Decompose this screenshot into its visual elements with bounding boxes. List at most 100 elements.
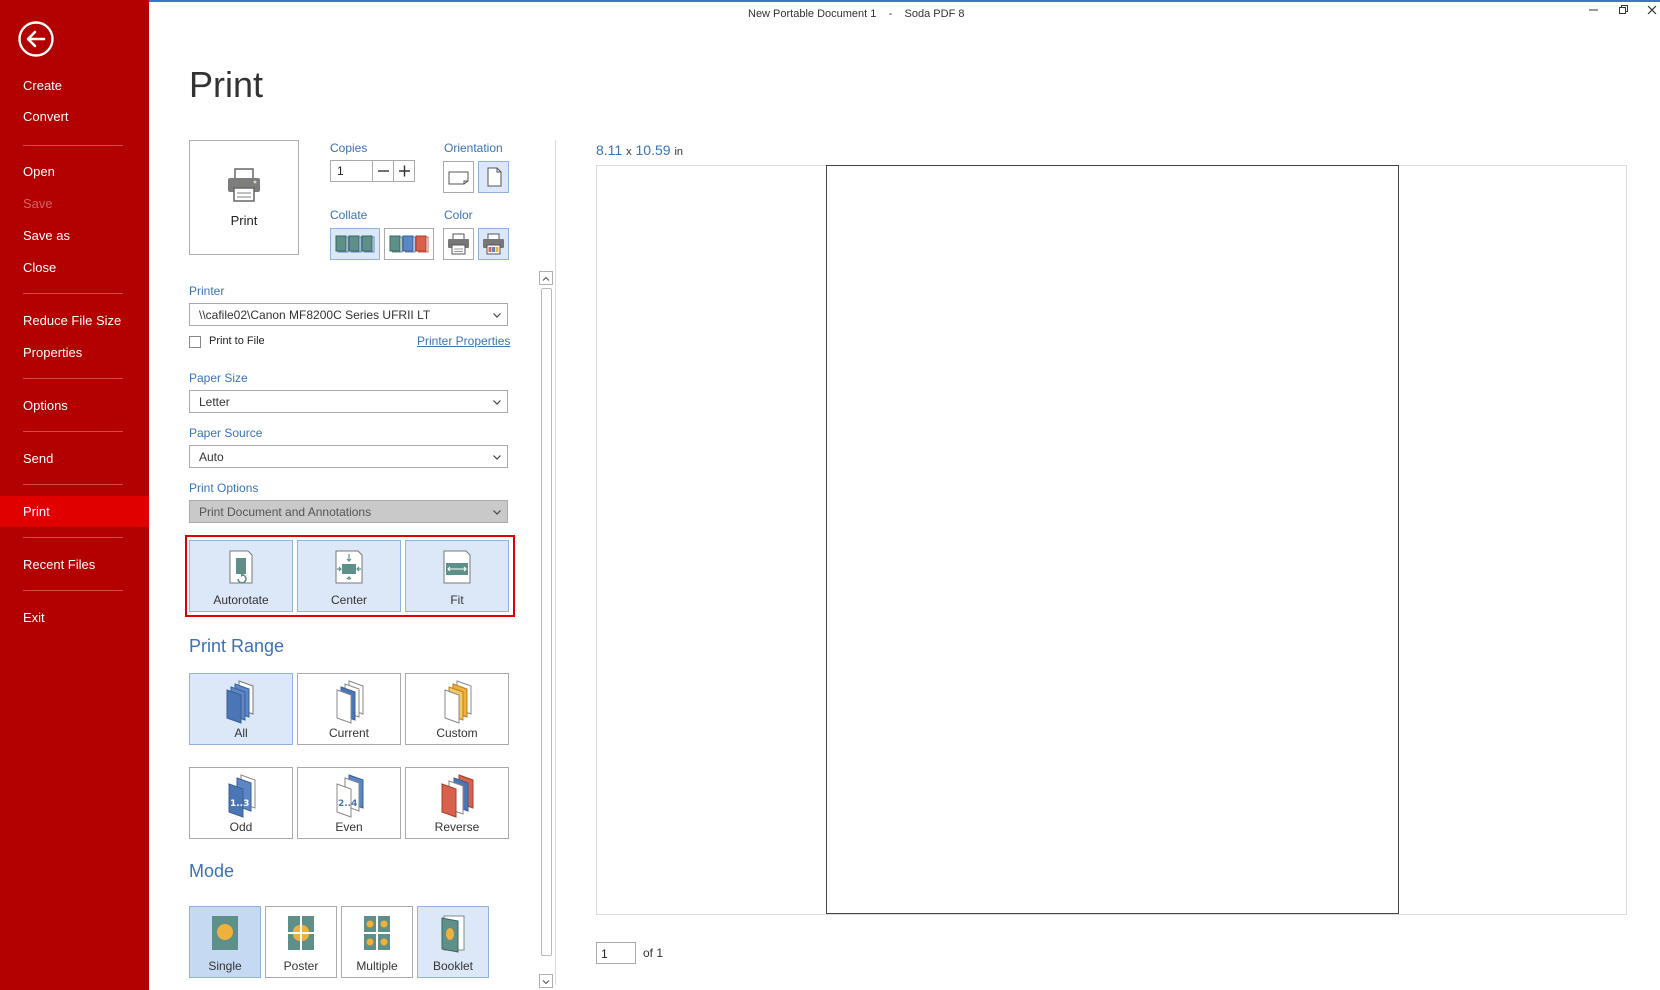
range-even-button[interactable]: 2..4 Even	[297, 767, 401, 839]
sidebar-item-save: Save	[23, 196, 53, 211]
orientation-label: Orientation	[444, 141, 503, 155]
sidebar-item-save-as[interactable]: Save as	[23, 228, 70, 243]
collated-button[interactable]	[330, 228, 380, 260]
portrait-orientation-button[interactable]	[478, 161, 509, 193]
sidebar-divider	[23, 431, 123, 432]
range-current-label: Current	[328, 726, 369, 740]
sidebar-item-print[interactable]: Print	[23, 504, 50, 519]
print-options-select-value: Print Document and Annotations	[199, 505, 372, 519]
range-even-label: Even	[335, 820, 363, 834]
sidebar-divider	[23, 484, 123, 485]
printer-label: Printer	[189, 284, 225, 298]
page-width-value: 8.11	[596, 142, 623, 158]
single-mode-icon	[212, 916, 238, 950]
printer-select[interactable]: \\cafile02\Canon MF8200C Series UFRII LT	[189, 303, 508, 326]
scroll-down-button[interactable]	[539, 974, 553, 988]
uncollated-button[interactable]	[384, 228, 434, 260]
sidebar-item-convert[interactable]: Convert	[23, 109, 69, 124]
paper-source-label: Paper Source	[189, 426, 263, 440]
svg-text:2..4: 2..4	[338, 799, 357, 809]
page-size-label: 8.11 x 10.59 in	[596, 142, 683, 158]
color-label: Color	[444, 208, 473, 222]
mode-single-button[interactable]: Single	[189, 906, 261, 978]
print-options-select[interactable]: Print Document and Annotations	[189, 500, 508, 523]
page-size-unit: in	[674, 146, 683, 158]
print-button[interactable]: Print	[189, 140, 299, 255]
collated-icon	[335, 235, 375, 253]
printer-properties-link[interactable]: Printer Properties	[417, 334, 510, 348]
increment-button[interactable]	[393, 161, 414, 181]
printer-select-value: \\cafile02\Canon MF8200C Series UFRII LT	[199, 308, 431, 322]
app-window: Create Convert Open Save Save as Close R…	[0, 0, 1660, 990]
landscape-page-icon	[448, 171, 469, 185]
fit-icon	[443, 550, 471, 584]
range-all-button[interactable]: All	[189, 673, 293, 745]
even-pages-icon: 2..4	[336, 774, 364, 818]
chevron-down-icon	[493, 313, 501, 318]
printer-icon	[228, 168, 260, 202]
range-reverse-label: Reverse	[434, 820, 480, 834]
range-odd-button[interactable]: 1..3 Odd	[189, 767, 293, 839]
autorotate-button[interactable]: Autorotate	[189, 540, 293, 612]
grayscale-button[interactable]	[443, 228, 474, 260]
center-label: Center	[330, 593, 368, 607]
copies-input[interactable]: 1	[337, 164, 344, 178]
mode-multiple-label: Multiple	[356, 959, 398, 973]
mode-booklet-button[interactable]: Booklet	[417, 906, 489, 978]
paper-source-select[interactable]: Auto	[189, 445, 508, 468]
mode-poster-label: Poster	[283, 959, 319, 973]
custom-pages-icon	[444, 680, 472, 724]
sidebar-item-create[interactable]: Create	[23, 78, 62, 93]
close-window-icon[interactable]	[1642, 4, 1660, 22]
sidebar-item-open[interactable]: Open	[23, 164, 55, 179]
range-current-button[interactable]: Current	[297, 673, 401, 745]
range-reverse-button[interactable]: Reverse	[405, 767, 509, 839]
sidebar-item-options[interactable]: Options	[23, 398, 68, 413]
range-custom-label: Custom	[436, 726, 478, 740]
sidebar-divider	[23, 590, 123, 591]
center-button[interactable]: Center	[297, 540, 401, 612]
paper-size-select[interactable]: Letter	[189, 390, 508, 413]
color-print-button[interactable]	[478, 228, 509, 260]
print-to-file-checkbox[interactable]	[189, 336, 201, 348]
mode-single-label: Single	[208, 959, 242, 973]
copies-label: Copies	[330, 141, 368, 155]
sidebar-item-exit[interactable]: Exit	[23, 610, 45, 625]
sidebar-item-properties[interactable]: Properties	[23, 345, 82, 360]
uncollated-icon	[389, 235, 429, 253]
sidebar-item-recent-files[interactable]: Recent Files	[23, 557, 95, 572]
grayscale-printer-icon	[448, 233, 469, 255]
paper-source-select-value: Auto	[199, 450, 224, 464]
scrollbar-thumb[interactable]	[541, 288, 552, 956]
window-title-separator: -	[888, 8, 893, 20]
landscape-orientation-button[interactable]	[443, 161, 474, 193]
autorotate-icon	[229, 550, 253, 584]
decrement-button[interactable]	[372, 161, 393, 181]
print-range-title: Print Range	[189, 636, 285, 656]
sidebar-divider	[23, 378, 123, 379]
copies-stepper[interactable]: 1	[330, 160, 415, 182]
svg-text:1..3: 1..3	[230, 799, 249, 809]
restore-icon[interactable]	[1614, 4, 1634, 22]
range-all-label: All	[234, 726, 248, 740]
fit-button[interactable]: Fit	[405, 540, 509, 612]
sidebar-item-reduce-file-size[interactable]: Reduce File Size	[23, 313, 121, 328]
minimize-icon[interactable]	[1584, 4, 1604, 22]
sidebar-item-send[interactable]: Send	[23, 451, 53, 466]
mode-poster-button[interactable]: Poster	[265, 906, 337, 978]
preview-page-input[interactable]: 1	[596, 942, 636, 964]
scroll-up-button[interactable]	[539, 271, 553, 285]
range-custom-button[interactable]: Custom	[405, 673, 509, 745]
range-odd-label: Odd	[229, 820, 253, 834]
multiple-mode-icon	[364, 916, 390, 950]
preview-page-total: of 1	[643, 946, 664, 960]
window-document-name: New Portable Document 1	[748, 8, 877, 20]
back-arrow-icon[interactable]	[17, 20, 55, 58]
all-pages-icon	[226, 680, 254, 724]
sidebar-item-close[interactable]: Close	[23, 260, 56, 275]
mode-multiple-button[interactable]: Multiple	[341, 906, 413, 978]
dimension-separator: x	[626, 146, 632, 158]
chevron-down-icon	[493, 400, 501, 405]
sidebar-divider	[23, 537, 123, 538]
mode-title: Mode	[189, 861, 235, 881]
